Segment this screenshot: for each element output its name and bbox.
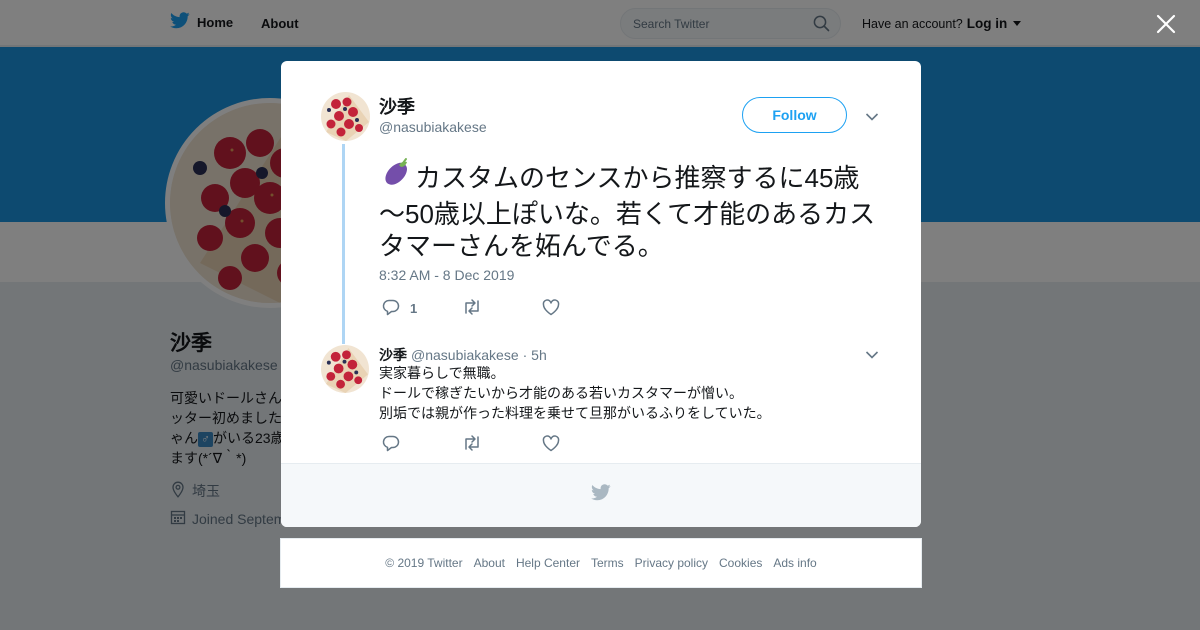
reply-icon <box>382 298 400 319</box>
thread-connector <box>342 144 345 344</box>
close-icon[interactable] <box>1154 12 1178 36</box>
like-button[interactable] <box>542 434 560 455</box>
footer-link-terms[interactable]: Terms <box>591 556 624 570</box>
tweet-actions: 1 <box>382 298 560 319</box>
tweet-body: カスタムのセンスから推察するに45歳～50歳以上ぽいな。若くて才能のあるカスタマ… <box>379 163 876 261</box>
reply-line: ドールで稼ぎたいから才能のある若いカスタマーが憎い。 <box>379 385 743 401</box>
chevron-down-icon[interactable] <box>865 347 879 365</box>
reply-line: 実家暮らしで無職。 <box>379 365 505 381</box>
footer-link-ads-info[interactable]: Ads info <box>773 556 816 570</box>
tweet-modal: 沙季 @nasubiakakese Follow カスタムのセンスから推察するに… <box>281 61 921 527</box>
tweet-author-handle[interactable]: @nasubiakakese <box>379 119 487 135</box>
chevron-down-icon[interactable] <box>865 109 879 127</box>
heart-icon <box>542 434 560 455</box>
tweet-timestamp[interactable]: 8:32 AM - 8 Dec 2019 <box>379 267 514 283</box>
follow-button[interactable]: Follow <box>742 97 847 133</box>
reply-header: 沙季 @nasubiakakese · 5h <box>379 345 547 365</box>
tweet-text: カスタムのセンスから推察するに45歳～50歳以上ぽいな。若くて才能のあるカスタマ… <box>379 157 879 262</box>
retweet-icon <box>462 434 482 455</box>
footer-link-about[interactable]: About <box>474 556 505 570</box>
heart-icon <box>542 298 560 319</box>
page-footer: © 2019 Twitter About Help Center Terms P… <box>280 538 922 588</box>
modal-footer <box>281 463 921 527</box>
like-button[interactable] <box>542 298 560 319</box>
footer-link-cookies[interactable]: Cookies <box>719 556 762 570</box>
reply-icon <box>382 434 400 455</box>
reply-line: 別垢では親が作った料理を乗せて旦那がいるふりをしていた。 <box>379 405 771 421</box>
reply-button[interactable]: 1 <box>382 298 462 319</box>
eggplant-icon <box>379 157 413 198</box>
reply-age[interactable]: · 5h <box>523 347 547 363</box>
reply-count: 1 <box>410 301 418 316</box>
reply-author-name[interactable]: 沙季 <box>379 345 407 365</box>
reply-text: 実家暮らしで無職。 ドールで稼ぎたいから才能のある若いカスタマーが憎い。 別垢で… <box>379 363 771 423</box>
tweet-author-avatar[interactable] <box>321 92 370 141</box>
retweet-button[interactable] <box>462 434 542 455</box>
footer-link-help-center[interactable]: Help Center <box>516 556 580 570</box>
retweet-icon <box>462 298 482 319</box>
retweet-button[interactable] <box>462 298 542 319</box>
reply-author-handle[interactable]: @nasubiakakese <box>411 347 519 363</box>
tweet-author-name[interactable]: 沙季 <box>379 93 415 119</box>
footer-link-privacy[interactable]: Privacy policy <box>635 556 708 570</box>
twitter-bird-icon <box>591 484 611 506</box>
reply-actions <box>382 434 560 455</box>
footer-copyright: © 2019 Twitter <box>385 556 463 570</box>
reply-button[interactable] <box>382 434 462 455</box>
reply-author-avatar[interactable] <box>321 345 369 393</box>
